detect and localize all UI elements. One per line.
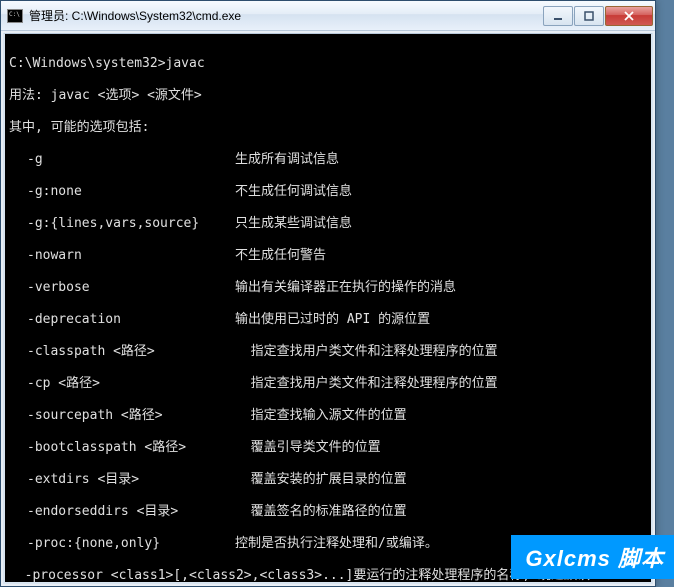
window-title: 管理员: C:\Windows\System32\cmd.exe: [29, 7, 543, 24]
usage-line: 用法: javac <选项> <源文件>: [9, 88, 647, 104]
where-line: 其中, 可能的选项包括:: [9, 120, 647, 136]
option-row: -g:{lines,vars,source}只生成某些调试信息: [9, 216, 647, 232]
option-row: -deprecation输出使用已过时的 API 的源位置: [9, 312, 647, 328]
prompt-line: C:\Windows\system32>javac: [9, 56, 647, 72]
option-row: -sourcepath <路径> 指定查找输入源文件的位置: [9, 408, 647, 424]
maximize-button[interactable]: [574, 6, 604, 26]
minimize-button[interactable]: [543, 6, 573, 26]
close-button[interactable]: [605, 6, 653, 26]
cmd-icon: [7, 9, 23, 23]
option-row: -g:none不生成任何调试信息: [9, 184, 647, 200]
option-row: -bootclasspath <路径> 覆盖引导类文件的位置: [9, 440, 647, 456]
titlebar[interactable]: 管理员: C:\Windows\System32\cmd.exe: [1, 1, 655, 31]
option-row: -verbose输出有关编译器正在执行的操作的消息: [9, 280, 647, 296]
watermark-badge: Gxlcms 脚本: [511, 535, 674, 579]
option-row: -classpath <路径> 指定查找用户类文件和注释处理程序的位置: [9, 344, 647, 360]
option-row: -cp <路径> 指定查找用户类文件和注释处理程序的位置: [9, 376, 647, 392]
option-row: -extdirs <目录> 覆盖安装的扩展目录的位置: [9, 472, 647, 488]
option-row: -endorseddirs <目录> 覆盖签名的标准路径的位置: [9, 504, 647, 520]
option-row: -g生成所有调试信息: [9, 152, 647, 168]
window-controls: [543, 6, 653, 26]
cmd-window: 管理员: C:\Windows\System32\cmd.exe C:\Wind…: [0, 0, 656, 587]
console-output[interactable]: C:\Windows\system32>javac 用法: javac <选项>…: [3, 33, 653, 584]
option-row: -nowarn不生成任何警告: [9, 248, 647, 264]
